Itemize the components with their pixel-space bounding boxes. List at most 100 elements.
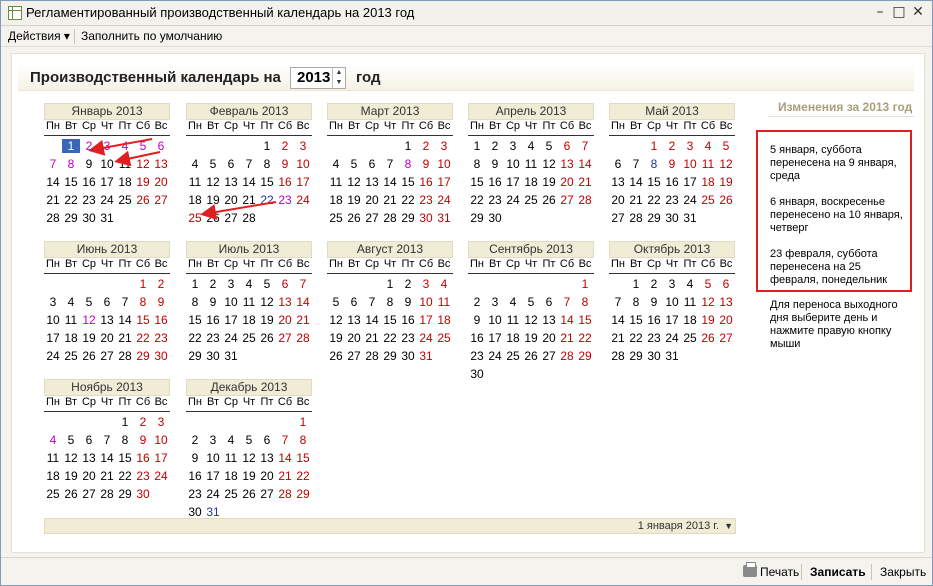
- day-cell[interactable]: 21: [240, 193, 258, 207]
- day-cell[interactable]: 20: [540, 331, 558, 345]
- year-input[interactable]: 2013 ▲ ▼: [290, 67, 346, 89]
- day-cell[interactable]: 10: [417, 295, 435, 309]
- day-cell[interactable]: 17: [681, 175, 699, 189]
- day-cell[interactable]: 29: [399, 211, 417, 225]
- day-cell[interactable]: 8: [399, 157, 417, 171]
- day-cell[interactable]: 7: [240, 157, 258, 171]
- day-cell[interactable]: 9: [276, 157, 294, 171]
- day-cell[interactable]: 5: [204, 157, 222, 171]
- day-cell[interactable]: 10: [504, 157, 522, 171]
- day-cell[interactable]: 29: [627, 349, 645, 363]
- day-cell[interactable]: 28: [558, 349, 576, 363]
- day-cell[interactable]: 22: [116, 469, 134, 483]
- day-cell[interactable]: 1: [576, 277, 594, 291]
- day-cell[interactable]: 16: [468, 331, 486, 345]
- day-cell[interactable]: 2: [645, 277, 663, 291]
- day-cell[interactable]: 22: [381, 331, 399, 345]
- day-cell[interactable]: 18: [435, 313, 453, 327]
- day-cell[interactable]: 16: [186, 469, 204, 483]
- day-cell[interactable]: 5: [327, 295, 345, 309]
- day-cell[interactable]: 30: [186, 505, 204, 519]
- day-cell[interactable]: 14: [276, 451, 294, 465]
- day-cell[interactable]: 18: [116, 175, 134, 189]
- day-cell[interactable]: 6: [80, 433, 98, 447]
- day-cell[interactable]: 18: [186, 193, 204, 207]
- day-cell[interactable]: 28: [609, 349, 627, 363]
- printer-icon[interactable]: [743, 562, 757, 577]
- day-cell[interactable]: 17: [294, 175, 312, 189]
- day-cell[interactable]: 28: [363, 349, 381, 363]
- day-cell[interactable]: 3: [204, 433, 222, 447]
- day-cell[interactable]: 12: [522, 313, 540, 327]
- day-cell[interactable]: 27: [345, 349, 363, 363]
- day-cell[interactable]: 24: [663, 331, 681, 345]
- day-cell[interactable]: 7: [294, 277, 312, 291]
- day-cell[interactable]: 21: [576, 175, 594, 189]
- day-cell[interactable]: 22: [258, 193, 276, 207]
- day-cell[interactable]: 10: [98, 157, 116, 171]
- actions-menu-button[interactable]: Действия ▾: [8, 29, 70, 43]
- day-cell[interactable]: 19: [204, 193, 222, 207]
- day-cell[interactable]: 21: [609, 331, 627, 345]
- day-cell[interactable]: 12: [540, 157, 558, 171]
- day-cell[interactable]: 7: [558, 295, 576, 309]
- day-cell[interactable]: 26: [204, 211, 222, 225]
- day-cell[interactable]: 6: [258, 433, 276, 447]
- day-cell[interactable]: 3: [294, 139, 312, 153]
- day-cell[interactable]: 3: [663, 277, 681, 291]
- day-cell[interactable]: 17: [152, 451, 170, 465]
- day-cell[interactable]: 30: [80, 211, 98, 225]
- day-cell[interactable]: 26: [345, 211, 363, 225]
- day-cell[interactable]: 23: [486, 193, 504, 207]
- day-cell[interactable]: 25: [240, 331, 258, 345]
- day-cell[interactable]: 1: [468, 139, 486, 153]
- day-cell[interactable]: 11: [240, 295, 258, 309]
- day-cell[interactable]: 26: [62, 487, 80, 501]
- day-cell[interactable]: 25: [222, 487, 240, 501]
- day-cell[interactable]: 5: [258, 277, 276, 291]
- day-cell[interactable]: 14: [240, 175, 258, 189]
- day-cell[interactable]: 2: [80, 139, 98, 153]
- day-cell[interactable]: 30: [204, 349, 222, 363]
- day-cell[interactable]: 29: [186, 349, 204, 363]
- day-cell[interactable]: 7: [276, 433, 294, 447]
- day-cell[interactable]: 24: [222, 331, 240, 345]
- day-cell[interactable]: 14: [381, 175, 399, 189]
- day-cell[interactable]: 2: [134, 415, 152, 429]
- day-cell[interactable]: 9: [468, 313, 486, 327]
- day-cell[interactable]: 26: [327, 349, 345, 363]
- day-cell[interactable]: 2: [663, 139, 681, 153]
- day-cell[interactable]: 9: [486, 157, 504, 171]
- day-cell[interactable]: 25: [435, 331, 453, 345]
- day-cell[interactable]: 23: [80, 193, 98, 207]
- day-cell[interactable]: 15: [645, 175, 663, 189]
- day-cell[interactable]: 16: [645, 313, 663, 327]
- day-cell[interactable]: 18: [522, 175, 540, 189]
- day-cell[interactable]: 14: [363, 313, 381, 327]
- day-cell[interactable]: 12: [80, 313, 98, 327]
- day-cell[interactable]: 16: [80, 175, 98, 189]
- day-cell[interactable]: 4: [186, 157, 204, 171]
- day-cell[interactable]: 21: [363, 331, 381, 345]
- day-cell[interactable]: 7: [381, 157, 399, 171]
- day-cell[interactable]: 8: [116, 433, 134, 447]
- day-cell[interactable]: 1: [399, 139, 417, 153]
- day-cell[interactable]: 6: [276, 277, 294, 291]
- day-cell[interactable]: 12: [134, 157, 152, 171]
- day-cell[interactable]: 3: [98, 139, 116, 153]
- day-cell[interactable]: 29: [62, 211, 80, 225]
- day-cell[interactable]: 2: [276, 139, 294, 153]
- day-cell[interactable]: 13: [258, 451, 276, 465]
- day-cell[interactable]: 15: [294, 451, 312, 465]
- day-cell[interactable]: 29: [116, 487, 134, 501]
- day-cell[interactable]: 24: [204, 487, 222, 501]
- day-cell[interactable]: 23: [152, 331, 170, 345]
- day-cell[interactable]: 26: [134, 193, 152, 207]
- day-cell[interactable]: 14: [44, 175, 62, 189]
- day-cell[interactable]: 8: [576, 295, 594, 309]
- day-cell[interactable]: 13: [80, 451, 98, 465]
- day-cell[interactable]: 10: [663, 295, 681, 309]
- day-cell[interactable]: 20: [258, 469, 276, 483]
- day-cell[interactable]: 17: [417, 313, 435, 327]
- day-cell[interactable]: 14: [627, 175, 645, 189]
